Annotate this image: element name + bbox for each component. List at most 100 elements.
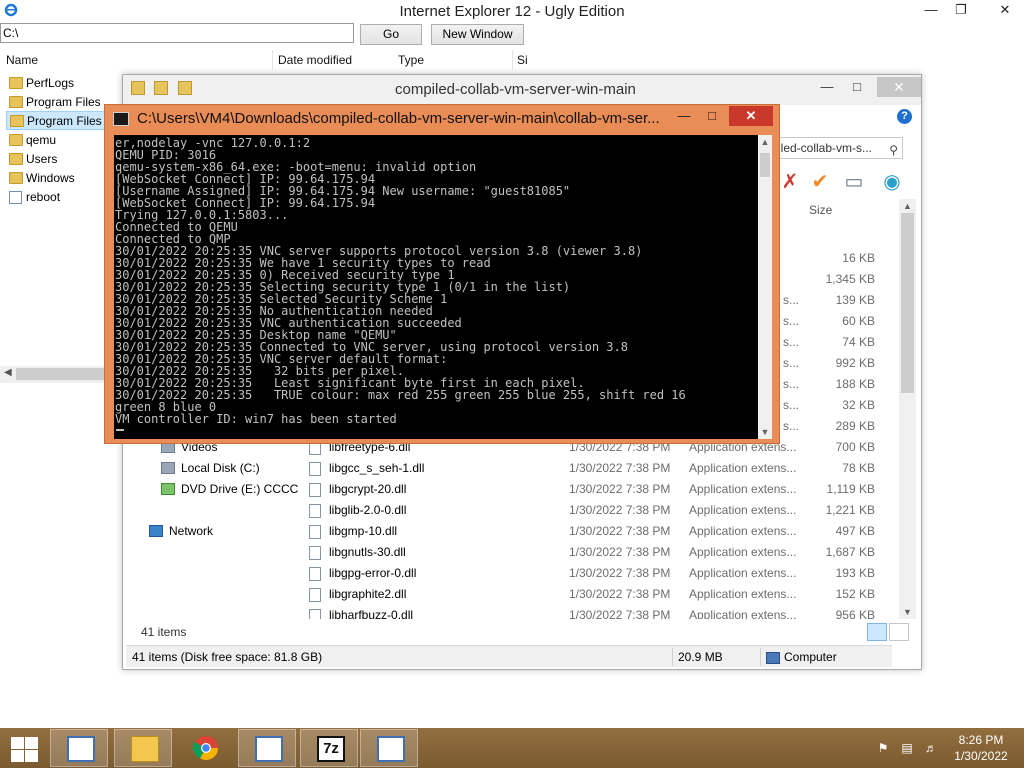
- file-size: 139 KB: [835, 293, 875, 307]
- scrollbar-thumb[interactable]: [901, 213, 914, 393]
- details-view-button[interactable]: [867, 623, 887, 641]
- dll-file-icon: [309, 588, 321, 602]
- column-size[interactable]: Si: [517, 53, 528, 67]
- taskbar-item-ie[interactable]: [50, 729, 108, 767]
- address-field[interactable]: C:\: [0, 23, 354, 43]
- tree-item-label: reboot: [26, 190, 61, 204]
- file-date: 1/30/2022 7:38 PM: [569, 545, 671, 559]
- rename-icon[interactable]: ▭: [843, 171, 865, 193]
- ie-titlebar: Internet Explorer 12 - Ugly Edition — ❐ …: [0, 0, 1024, 22]
- file-row[interactable]: libgmp-10.dll 1/30/2022 7:38 PM Applicat…: [301, 521, 881, 542]
- checkmark-icon[interactable]: ✔: [809, 171, 831, 193]
- status-size: 20.9 MB: [678, 650, 723, 664]
- taskbar-item-chrome[interactable]: [176, 729, 234, 767]
- console-minimize-button[interactable]: —: [671, 107, 697, 125]
- folder-icon: [9, 96, 23, 108]
- file-size: 188 KB: [835, 377, 875, 391]
- action-center-flag-icon[interactable]: ⚑: [876, 741, 890, 755]
- console-close-button[interactable]: ✕: [729, 106, 773, 126]
- vertical-scrollbar[interactable]: ▲ ▼: [899, 199, 916, 619]
- file-row[interactable]: libgcrypt-20.dll 1/30/2022 7:38 PM Appli…: [301, 479, 881, 500]
- file-row[interactable]: libgraphite2.dll 1/30/2022 7:38 PM Appli…: [301, 584, 881, 605]
- column-date-modified[interactable]: Date modified: [278, 53, 352, 67]
- delete-icon[interactable]: ✗: [779, 171, 801, 193]
- clock-time: 8:26 PM: [958, 733, 1004, 747]
- file-name: libgcc_s_seh-1.dll: [329, 461, 425, 475]
- console-scrollbar[interactable]: ▲ ▼: [758, 135, 772, 439]
- volume-muted-icon[interactable]: ♬: [924, 741, 938, 755]
- help-icon[interactable]: ?: [897, 109, 912, 124]
- ie-window-title: Internet Explorer 12 - Ugly Edition: [399, 3, 625, 20]
- file-size: 497 KB: [835, 524, 875, 538]
- status-item-count: 41 items (Disk free space: 81.8 GB): [132, 650, 323, 664]
- file-type: Application extens...: [689, 524, 797, 538]
- dll-file-icon: [309, 546, 321, 560]
- explorer-close-button[interactable]: ✕: [877, 77, 921, 97]
- file-size: 1,221 KB: [825, 503, 875, 517]
- maximize-button[interactable]: ❐: [946, 0, 976, 20]
- scroll-up-arrow-icon[interactable]: ▲: [899, 199, 916, 213]
- window-app-icon: [377, 736, 405, 762]
- properties-icon[interactable]: [154, 81, 169, 95]
- tree-item-perflogs[interactable]: PerfLogs: [6, 74, 124, 93]
- go-button[interactable]: Go: [360, 24, 422, 45]
- file-row[interactable]: libharfbuzz-0.dll 1/30/2022 7:38 PM Appl…: [301, 605, 881, 619]
- file-date: 1/30/2022 7:38 PM: [569, 608, 671, 619]
- large-icons-view-button[interactable]: [889, 623, 909, 641]
- scrollbar-thumb[interactable]: [760, 153, 770, 177]
- search-field[interactable]: iled-collab-vm-s... ⚲: [773, 137, 903, 159]
- file-size: 74 KB: [842, 335, 875, 349]
- file-date: 1/30/2022 7:38 PM: [569, 503, 671, 517]
- scroll-left-arrow-icon[interactable]: ◀: [4, 367, 12, 378]
- globe-icon[interactable]: ◉: [881, 171, 903, 193]
- column-type[interactable]: Type: [398, 53, 424, 67]
- close-button[interactable]: ✕: [986, 0, 1024, 20]
- folder-icon: [9, 153, 23, 165]
- taskbar-item-7zip[interactable]: 7z: [300, 729, 358, 767]
- new-folder-icon[interactable]: [177, 81, 192, 95]
- tree-item-label: Windows: [26, 171, 75, 185]
- network-status-icon[interactable]: ▤: [900, 741, 914, 755]
- file-row[interactable]: libgpg-error-0.dll 1/30/2022 7:38 PM App…: [301, 563, 881, 584]
- scroll-up-arrow-icon[interactable]: ▲: [758, 135, 772, 149]
- file-row[interactable]: libgcc_s_seh-1.dll 1/30/2022 7:38 PM App…: [301, 458, 881, 479]
- file-row[interactable]: libgnutls-30.dll 1/30/2022 7:38 PM Appli…: [301, 542, 881, 563]
- file-row[interactable]: libglib-2.0-0.dll 1/30/2022 7:38 PM Appl…: [301, 500, 881, 521]
- system-clock[interactable]: 8:26 PM 1/30/2022: [946, 732, 1016, 764]
- scroll-down-arrow-icon[interactable]: ▼: [899, 605, 916, 619]
- dll-file-icon: [309, 504, 321, 518]
- column-name[interactable]: Name: [6, 53, 38, 67]
- taskbar-item-ie-3[interactable]: [360, 729, 418, 767]
- nav-item-label: DVD Drive (E:) CCCC: [181, 482, 299, 496]
- file-name: libgpg-error-0.dll: [329, 566, 417, 580]
- new-window-button[interactable]: New Window: [431, 24, 524, 45]
- file-size: 1,345 KB: [825, 272, 875, 286]
- file-size: 1,119 KB: [826, 482, 875, 496]
- taskbar-item-ie-2[interactable]: [238, 729, 296, 767]
- taskbar: 7z ⚑ ▤ ♬ 8:26 PM 1/30/2022: [0, 728, 1024, 768]
- nav-item-network[interactable]: Network: [147, 521, 213, 541]
- minimize-button[interactable]: —: [916, 0, 946, 20]
- tree-item-label: qemu: [26, 133, 57, 147]
- file-type: Application extens...: [689, 587, 797, 601]
- console-maximize-button[interactable]: □: [699, 107, 725, 125]
- folder-icon[interactable]: [131, 81, 145, 95]
- network-icon: [149, 525, 163, 537]
- file-type: Application extens...: [689, 608, 797, 619]
- search-icon[interactable]: ⚲: [889, 140, 898, 158]
- explorer-window-title: compiled-collab-vm-server-win-main: [395, 81, 636, 98]
- folder-icon: [9, 77, 23, 89]
- explorer-maximize-button[interactable]: □: [843, 77, 871, 97]
- start-button[interactable]: [8, 734, 40, 762]
- nav-item-dvd-drive[interactable]: DVD Drive (E:) CCCC: [159, 479, 298, 499]
- taskbar-item-file-explorer[interactable]: [114, 729, 172, 767]
- dll-file-icon: [309, 462, 321, 476]
- windows-logo-icon: [11, 750, 24, 762]
- status-divider: [672, 648, 673, 666]
- nav-item-local-disk[interactable]: Local Disk (C:): [159, 458, 260, 478]
- console-output-area[interactable]: er,nodelay -vnc 127.0.0.1:2 QEMU PID: 301…: [114, 135, 772, 439]
- explorer-minimize-button[interactable]: —: [813, 77, 841, 97]
- dll-file-icon: [309, 483, 321, 497]
- column-size-header[interactable]: Size: [809, 203, 832, 217]
- scroll-down-arrow-icon[interactable]: ▼: [758, 425, 772, 439]
